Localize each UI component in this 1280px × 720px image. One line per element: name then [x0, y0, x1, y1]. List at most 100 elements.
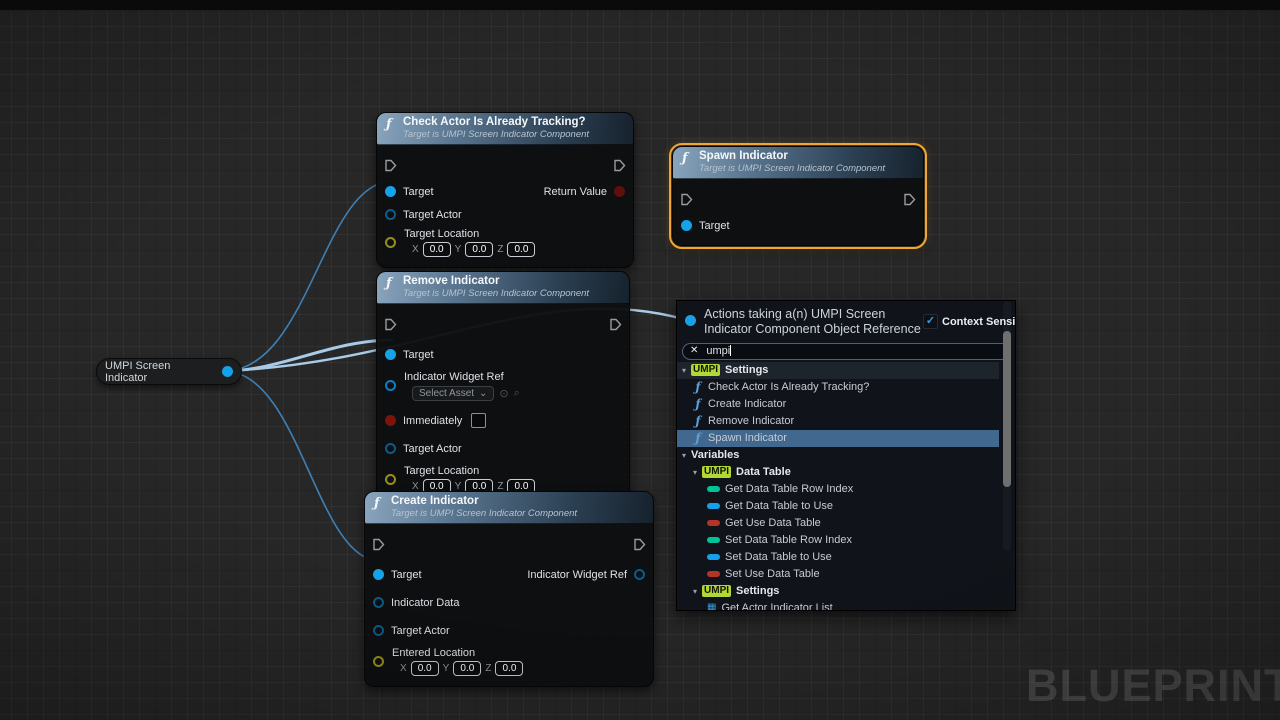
menu-item-get-data-table-row-index[interactable]: Get Data Table Row Index: [677, 481, 999, 498]
array-icon: ▦: [707, 602, 717, 611]
node-header-check[interactable]: ƒ Check Actor Is Already Tracking? Targe…: [377, 113, 633, 145]
exec-in-pin[interactable]: [384, 159, 397, 172]
node-body: Target Indicator Widget Ref Select Asset…: [377, 304, 629, 504]
entered-location-pin[interactable]: [373, 655, 384, 667]
exec-out-pin[interactable]: [903, 193, 916, 206]
target-actor-pin[interactable]: [385, 443, 396, 454]
exec-out-pin[interactable]: [633, 538, 646, 551]
function-icon: ƒ: [695, 414, 701, 428]
target-pin-label: Target: [403, 348, 434, 361]
node-body: Target Return Value Target Actor Target …: [377, 145, 633, 267]
indicator-widget-ref-pin[interactable]: [385, 380, 396, 391]
menu-item-check-actor-is-already-tracking[interactable]: ƒ Check Actor Is Already Tracking?: [677, 379, 999, 396]
y-value-field[interactable]: 0.0: [453, 661, 482, 676]
menu-item-label: Get Data Table Row Index: [725, 483, 854, 495]
x-value-field[interactable]: 0.0: [422, 242, 451, 257]
node-title: Remove Indicator: [403, 275, 500, 287]
expander-triangle-icon[interactable]: ▾: [682, 451, 686, 460]
menu-item-label: Set Data Table Row Index: [725, 534, 852, 546]
z-value-field[interactable]: 0.0: [507, 242, 536, 257]
axis-x-label: X: [412, 244, 419, 255]
expander-triangle-icon[interactable]: ▾: [693, 468, 697, 477]
indicator-widget-ref-out-pin[interactable]: [634, 569, 645, 580]
menu-item-label: Remove Indicator: [708, 415, 795, 427]
wire-to-create-target[interactable]: [223, 370, 381, 562]
node-subtitle: Target is UMPI Screen Indicator Componen…: [403, 129, 590, 140]
menu-item-set-use-data-table[interactable]: Set Use Data Table: [677, 566, 999, 583]
menu-item-get-use-data-table[interactable]: Get Use Data Table: [677, 515, 999, 532]
x-value-field[interactable]: 0.0: [410, 661, 439, 676]
menu-item-variables[interactable]: ▾ Variables: [677, 447, 999, 464]
menu-item-label: Data Table: [736, 466, 791, 478]
immediately-checkbox[interactable]: [471, 413, 487, 428]
menu-item-set-data-table-row-index[interactable]: Set Data Table Row Index: [677, 532, 999, 549]
menu-search-input[interactable]: ✕ umpi: [682, 342, 1010, 360]
menu-item-remove-indicator[interactable]: ƒ Remove Indicator: [677, 413, 999, 430]
axis-z-label: Z: [497, 244, 504, 255]
wire-to-remove-target[interactable]: [223, 338, 394, 373]
text-caret: [730, 345, 732, 356]
variable-pin-icon-red: [707, 520, 720, 526]
menu-item-get-actor-indicator-list[interactable]: ▦ Get Actor Indicator List: [677, 600, 999, 611]
node-header-remove[interactable]: ƒ Remove Indicator Target is UMPI Screen…: [377, 272, 629, 304]
indicator-data-pin[interactable]: [373, 597, 384, 608]
return-value-pin[interactable]: [614, 186, 625, 197]
menu-item-data-table[interactable]: ▾ UMPI Data Table: [677, 464, 999, 481]
menu-item-label: Get Use Data Table: [725, 517, 821, 529]
exec-in-pin[interactable]: [384, 318, 397, 331]
target-actor-pin[interactable]: [385, 209, 396, 220]
select-asset-dropdown[interactable]: Select Asset ⌄: [412, 386, 495, 401]
immediately-pin[interactable]: [385, 415, 396, 426]
exec-in-pin[interactable]: [372, 538, 385, 551]
expander-triangle-icon[interactable]: ▾: [693, 587, 697, 596]
menu-item-settings[interactable]: ▾ UMPI Settings: [677, 361, 999, 379]
search-value: umpi: [706, 345, 731, 357]
node-body: Target Indicator Widget Ref Indicator Da…: [365, 524, 653, 686]
menu-scrollbar-thumb[interactable]: [1003, 331, 1011, 487]
variable-node-umpi-screen-indicator[interactable]: UMPI Screen Indicator: [96, 358, 242, 385]
menu-item-set-data-table-to-use[interactable]: Set Data Table to Use: [677, 549, 999, 566]
z-value-field[interactable]: 0.0: [495, 661, 524, 676]
menu-item-label: Settings: [736, 585, 780, 597]
exec-out-pin[interactable]: [613, 159, 626, 172]
clear-search-icon[interactable]: ✕: [690, 346, 698, 356]
menu-item-label: Get Data Table to Use: [725, 500, 834, 512]
context-sensitive-checkbox[interactable]: ✓: [923, 314, 938, 329]
target-location-pin[interactable]: [385, 473, 396, 485]
menu-item-spawn-indicator[interactable]: ƒ Spawn Indicator: [677, 429, 999, 447]
variable-output-pin[interactable]: [222, 366, 233, 377]
target-pin[interactable]: [681, 220, 692, 231]
node-header-create[interactable]: ƒ Create Indicator Target is UMPI Screen…: [365, 492, 653, 524]
node-header-spawn[interactable]: ƒ Spawn Indicator Target is UMPI Screen …: [673, 147, 923, 179]
exec-in-pin[interactable]: [680, 193, 693, 206]
y-value-field[interactable]: 0.0: [465, 242, 494, 257]
target-pin-label: Target: [391, 568, 422, 581]
function-icon: ƒ: [386, 276, 392, 291]
indicator-widget-ref-label: Indicator Widget Ref: [404, 371, 504, 383]
target-actor-pin[interactable]: [373, 625, 384, 636]
menu-item-label: Create Indicator: [708, 398, 787, 410]
target-location-label: Target Location: [404, 228, 480, 240]
menu-item-get-data-table-to-use[interactable]: Get Data Table to Use: [677, 498, 999, 515]
target-pin-label: Target: [403, 185, 434, 198]
axis-y-label: Y: [442, 663, 450, 674]
menu-item-settings[interactable]: ▾ UMPI Settings: [677, 583, 999, 600]
menu-header: Actions taking a(n) UMPI Screen Indicato…: [677, 301, 1015, 340]
indicator-data-label: Indicator Data: [391, 596, 460, 609]
use-asset-icon[interactable]: ⊙: [499, 387, 508, 400]
exec-out-pin[interactable]: [609, 318, 622, 331]
node-subtitle: Target is UMPI Screen Indicator Componen…: [391, 508, 578, 519]
menu-item-label: Set Use Data Table: [725, 568, 820, 580]
target-pin[interactable]: [385, 186, 396, 197]
immediately-label: Immediately: [403, 414, 463, 427]
menu-item-create-indicator[interactable]: ƒ Create Indicator: [677, 396, 999, 413]
node-create-indicator: ƒ Create Indicator Target is UMPI Screen…: [364, 491, 654, 687]
menu-item-label: Get Actor Indicator List: [721, 602, 833, 611]
target-pin[interactable]: [373, 569, 384, 580]
target-location-pin[interactable]: [385, 236, 396, 248]
browse-asset-icon[interactable]: ⌕: [514, 387, 520, 400]
graph-canvas[interactable]: BLUEPRINT UMPI Screen Indicator ƒ Check …: [0, 0, 1280, 720]
node-subtitle: Target is UMPI Screen Indicator Componen…: [403, 288, 590, 299]
expander-triangle-icon[interactable]: ▾: [682, 366, 686, 375]
target-pin[interactable]: [385, 349, 396, 360]
